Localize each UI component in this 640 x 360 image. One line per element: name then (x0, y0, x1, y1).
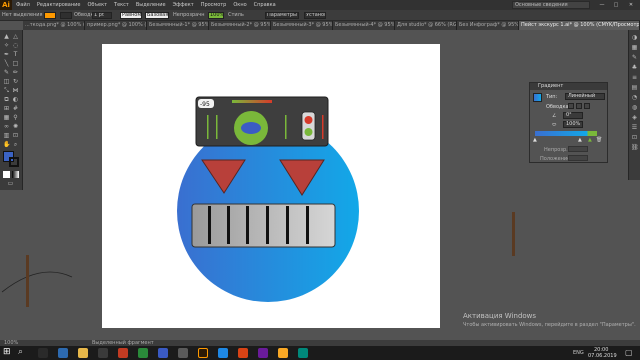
stop-mid-icon[interactable]: ▲ (578, 137, 582, 143)
language-indicator[interactable]: ENG (573, 350, 584, 356)
angle-field[interactable]: 0° (563, 112, 583, 119)
app-icon-gray[interactable] (178, 348, 188, 358)
stop-right-icon[interactable]: ▲ (588, 137, 592, 143)
right-red-line (322, 115, 324, 139)
app-icon-teal[interactable] (298, 348, 308, 358)
angle-icon: ∠ (552, 113, 557, 119)
stroke-option-3[interactable] (584, 103, 590, 109)
aspect-field[interactable]: 100% (563, 121, 583, 128)
grill-bar (266, 206, 269, 244)
clock-date[interactable]: 07.06.2019 (588, 353, 617, 359)
notifications-icon[interactable]: ▢ (625, 348, 633, 357)
stray-bar-right[interactable] (512, 212, 515, 256)
stroke-label: Обводка: (546, 104, 571, 110)
opacity-field[interactable] (568, 146, 588, 152)
grill-bar (306, 206, 309, 244)
stray-bar-left[interactable] (26, 255, 29, 307)
stray-curve[interactable] (1, 271, 73, 293)
opacity-label: Непрозр.: (544, 147, 570, 153)
grill-bar (286, 206, 289, 244)
gradient-type-select[interactable]: Линейный (565, 93, 605, 100)
left-indicator-line (216, 115, 218, 139)
app-icon-purple[interactable] (258, 348, 268, 358)
gradient-panel: Градиент Тип: Линейный Обводка: ∠ 0° ⬭ 1… (529, 82, 608, 163)
mouth-grill[interactable] (191, 203, 336, 248)
counter-value: -95 (200, 101, 210, 108)
illustrator-taskbar-icon[interactable] (198, 348, 208, 358)
windows-activation-watermark: Активация Windows Чтобы активировать Win… (463, 312, 636, 332)
gradient-slider[interactable] (535, 131, 597, 136)
gradient-panel-title[interactable]: Градиент (530, 83, 607, 90)
explorer-icon[interactable] (78, 348, 88, 358)
delete-stop-icon[interactable]: 🗑 (596, 137, 602, 143)
store-icon[interactable] (98, 348, 108, 358)
stroke-option-1[interactable] (568, 103, 574, 109)
aspect-icon: ⬭ (552, 122, 557, 128)
taskbar: ⊞ ⌕ ENG 20:00 07.06.2019 ▢ (0, 346, 640, 360)
watermark-text: Чтобы активировать Windows, перейдите в … (463, 322, 636, 328)
start-icon[interactable]: ⊞ (3, 347, 11, 357)
gradient-type-label: Тип: (546, 94, 558, 100)
gradient-preview-swatch[interactable] (533, 93, 542, 102)
app-icon-blue[interactable] (158, 348, 168, 358)
app-icon-yellow[interactable] (278, 348, 288, 358)
stroke-option-2[interactable] (576, 103, 582, 109)
app-icon-lightblue[interactable] (218, 348, 228, 358)
blue-lens (241, 122, 261, 134)
red-light (304, 116, 313, 124)
watermark-title: Активация Windows (463, 312, 537, 320)
location-field[interactable] (568, 155, 588, 161)
left-indicator-line (207, 115, 209, 139)
green-light (304, 128, 313, 136)
search-icon[interactable]: ⌕ (18, 347, 23, 357)
level-bar (232, 100, 272, 103)
artwork-layer: -95 (1, 96, 515, 307)
app-icon-green[interactable] (138, 348, 148, 358)
right-indicator-line (285, 115, 287, 139)
edge-icon[interactable] (58, 348, 68, 358)
app-icon-red[interactable] (118, 348, 128, 358)
stop-left-icon[interactable]: ▲ (533, 137, 537, 143)
app-icon-orange[interactable] (238, 348, 248, 358)
grill-bar (227, 206, 230, 244)
grill-bar (208, 206, 211, 244)
task-view-icon[interactable] (38, 348, 48, 358)
grill-bar (246, 206, 249, 244)
